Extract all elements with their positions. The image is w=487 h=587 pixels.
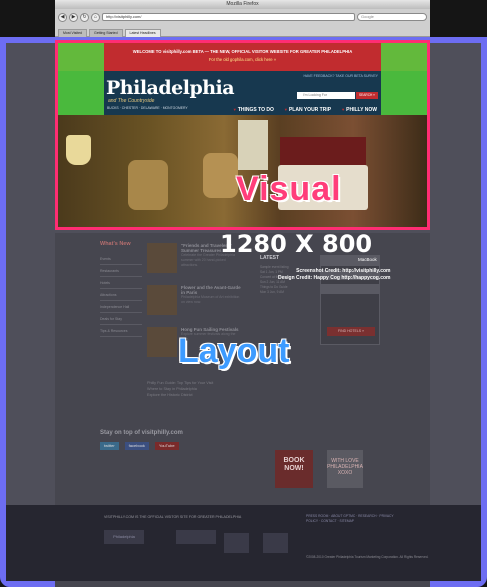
partner-logo[interactable]: [224, 533, 249, 553]
lamp-shape: [66, 135, 91, 165]
bookmarks-bar: Most Visited Getting Started Latest Head…: [55, 25, 430, 37]
more-link[interactable]: Explore the Historic District: [147, 392, 213, 398]
sidebar-item[interactable]: Hotels: [100, 277, 142, 289]
nav-plan-your-trip[interactable]: PLAN YOUR TRIP: [284, 107, 331, 113]
bookmark-most-visited[interactable]: Most Visited: [58, 29, 87, 37]
left-sidebar: What's New Events Restaurants Hotels Att…: [100, 241, 142, 337]
latest-date: Mon 3 Jun, 9 AM: [260, 290, 284, 294]
url-bar[interactable]: http://visitphilly.com/: [102, 13, 355, 21]
site-footer: VISITPHILLY.COM IS THE OFFICIAL VISITOR …: [6, 505, 481, 581]
sidebar-item[interactable]: Tips & Resources: [100, 325, 142, 337]
design-credit: Design Credit: Happy Cog http://happycog…: [278, 275, 391, 281]
home-icon[interactable]: ⌂: [91, 12, 100, 22]
credits: Screenshot Credit: http://visitphilly.co…: [278, 268, 391, 282]
nav-philly-now[interactable]: PHILLY NOW: [341, 107, 377, 113]
browser-window: Mozilla Firefox ◀ ▶ ↻ ⌂ http://visitphil…: [55, 0, 430, 37]
whats-new-heading: What's New: [100, 241, 131, 247]
welcome-text: WELCOME TO visitphilly.com BETA — THE NE…: [132, 49, 353, 54]
footer-links[interactable]: PRESS ROOM · ABOUT GPTMC · RESEARCH · PR…: [306, 514, 396, 524]
social-heading: Stay on top of visitphilly.com: [100, 430, 183, 436]
partner-logo[interactable]: Philadelphia: [104, 530, 144, 544]
sidebar-item[interactable]: Restaurants: [100, 265, 142, 277]
resolution-label: 1280 X 800: [220, 230, 373, 258]
forward-icon[interactable]: ▶: [69, 12, 78, 22]
layout-label: Layout: [178, 332, 290, 370]
visual-label: Visual: [236, 170, 342, 208]
headboard-shape: [280, 137, 366, 167]
device-label: MacBook: [358, 257, 377, 262]
logo-subtitle: and The Countryside: [108, 98, 155, 104]
guests-field[interactable]: [321, 284, 379, 294]
reload-icon[interactable]: ↻: [80, 12, 89, 22]
site-logo[interactable]: Philadelphia: [106, 77, 235, 99]
back-icon[interactable]: ◀: [58, 12, 67, 22]
story-item[interactable]: Flower and the Avant-Garde in Paris Phil…: [147, 285, 242, 327]
main-nav: THINGS TO DO PLAN YOUR TRIP PHILLY NOW: [104, 105, 381, 115]
social-links: twitter facebook YouTube: [100, 442, 380, 450]
story-thumbnail[interactable]: [147, 327, 177, 357]
window-shape: [238, 120, 268, 170]
browser-toolbar: ◀ ▶ ↻ ⌂ http://visitphilly.com/ Google: [55, 9, 430, 25]
social-section: Stay on top of visitphilly.com twitter f…: [100, 430, 380, 450]
find-hotels-button[interactable]: FIND HOTELS »: [327, 327, 375, 336]
feedback-link[interactable]: HAVE FEEDBACK? TAKE OUR BETA SURVEY: [303, 74, 378, 78]
chair-shape: [128, 160, 168, 210]
partner-logo[interactable]: [263, 533, 288, 553]
footer-tagline: VISITPHILLY.COM IS THE OFFICIAL VISITOR …: [104, 515, 242, 519]
partner-logo[interactable]: [176, 530, 216, 544]
facebook-link[interactable]: facebook: [124, 442, 149, 450]
sidebar-item[interactable]: Events: [100, 253, 142, 265]
chair-shape: [203, 153, 238, 198]
bookmark-getting-started[interactable]: Getting Started: [89, 29, 123, 37]
nav-things-to-do[interactable]: THINGS TO DO: [233, 107, 274, 113]
story-thumbnail[interactable]: [147, 243, 177, 273]
window-title: Mozilla Firefox: [55, 0, 430, 9]
sidebar-item[interactable]: Deals for Stay: [100, 313, 142, 325]
old-site-link[interactable]: For the old gophila.com, click here »: [106, 57, 379, 62]
more-links: Philly Fun Guide: Top Tips for Your Visi…: [147, 380, 213, 398]
bookmark-latest-headlines[interactable]: Latest Headlines: [124, 29, 161, 37]
site-search-input[interactable]: I'm Looking For: [297, 92, 355, 99]
welcome-message: WELCOME TO visitphilly.com BETA — THE NE…: [106, 49, 379, 62]
youtube-link[interactable]: YouTube: [154, 442, 179, 450]
sidebar-item[interactable]: Attractions: [100, 289, 142, 301]
footer-copyright: ©2008-2010 Greater Philadelphia Tourism …: [306, 555, 429, 559]
story-thumbnail[interactable]: [147, 285, 177, 315]
screenshot-credit: Screenshot Credit: http://visitphilly.co…: [296, 268, 391, 274]
with-love-ad[interactable]: WITH LOVE PHILADELPHIA XOXO: [327, 450, 363, 488]
site-search-button[interactable]: SEARCH »: [356, 92, 378, 99]
browser-search-input[interactable]: Google: [357, 13, 427, 21]
book-now-ad[interactable]: BOOK NOW!: [275, 450, 313, 488]
twitter-link[interactable]: twitter: [100, 442, 119, 450]
sidebar-item[interactable]: Independence Hall: [100, 301, 142, 313]
